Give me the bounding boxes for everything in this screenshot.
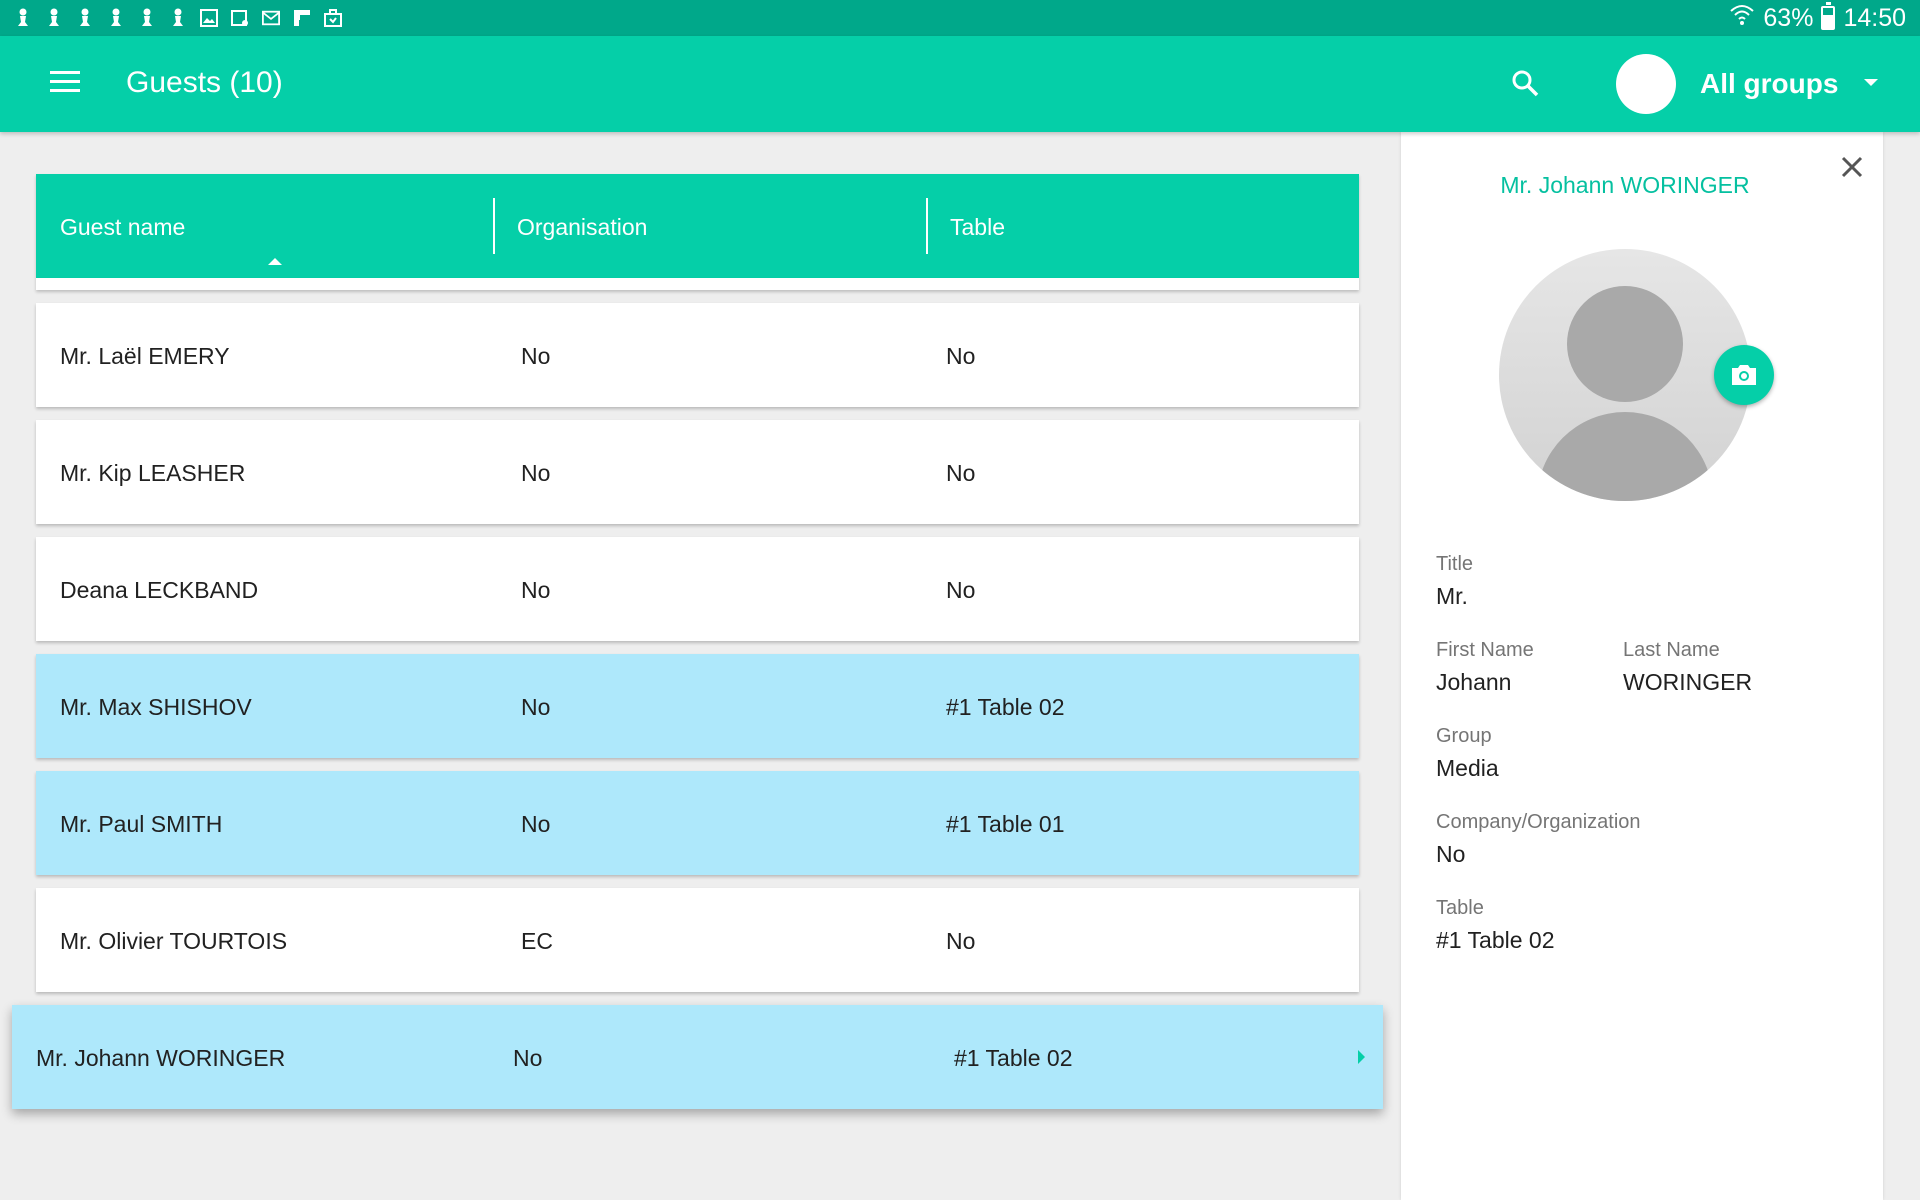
battery-level bbox=[1823, 15, 1834, 28]
group-value: Media bbox=[1436, 755, 1499, 781]
cell-guest-name: Mr. Johann WORINGER bbox=[36, 1045, 286, 1071]
sort-ascending-icon bbox=[268, 258, 282, 265]
avatar-head bbox=[1567, 286, 1683, 402]
app-bar: Guests (10) All groups bbox=[0, 36, 1920, 132]
cell-table: No bbox=[946, 577, 976, 603]
wifi-icon bbox=[1729, 3, 1755, 34]
flipboard-icon bbox=[293, 8, 311, 28]
avatar-body bbox=[1537, 412, 1713, 501]
image-icon bbox=[200, 8, 218, 28]
first-name-label: First Name bbox=[1436, 639, 1534, 661]
table-row[interactable]: Mr. Kip LEASHER No No bbox=[36, 420, 1359, 524]
table-row[interactable]: Mr. Max SHISHOV No #1 Table 02 bbox=[36, 654, 1359, 758]
table-row[interactable]: Deana LECKBAND No No bbox=[36, 537, 1359, 641]
group-filter-label: All groups bbox=[1700, 68, 1839, 99]
cell-organisation: No bbox=[521, 811, 551, 837]
group-avatar[interactable] bbox=[1616, 54, 1676, 114]
cell-guest-name: Mr. Paul SMITH bbox=[60, 811, 223, 837]
battery-percent: 63% bbox=[1763, 3, 1814, 32]
chess-pawn-icon bbox=[76, 8, 94, 28]
guest-detail-name: Mr. Johann WORINGER bbox=[1500, 172, 1750, 198]
cell-guest-name: Mr. Kip LEASHER bbox=[60, 460, 246, 486]
cell-table: #1 Table 02 bbox=[946, 694, 1065, 720]
cell-organisation: No bbox=[521, 460, 551, 486]
notification-icons bbox=[14, 8, 342, 28]
column-divider bbox=[926, 198, 928, 254]
table-row[interactable]: Mr. Laël EMERY No No bbox=[36, 303, 1359, 407]
cell-guest-name: Deana LECKBAND bbox=[60, 577, 259, 603]
column-divider bbox=[493, 198, 495, 254]
cell-organisation: EC bbox=[521, 928, 553, 954]
cell-organisation: No bbox=[521, 694, 551, 720]
cell-table: No bbox=[946, 343, 976, 369]
page-title: Guests (10) bbox=[126, 66, 283, 99]
chevron-down-icon bbox=[1864, 79, 1878, 86]
cell-table: No bbox=[946, 928, 976, 954]
cell-organisation: No bbox=[521, 577, 551, 603]
mail-icon bbox=[262, 8, 280, 28]
first-name-value: Johann bbox=[1436, 669, 1512, 695]
column-header-organisation[interactable]: Organisation bbox=[517, 214, 647, 241]
cell-table: #1 Table 01 bbox=[946, 811, 1065, 837]
table-row-selected[interactable]: Mr. Johann WORINGER No #1 Table 02 bbox=[12, 1005, 1383, 1109]
status-bar: 63% 14:50 bbox=[0, 0, 1920, 36]
group-label: Group bbox=[1436, 725, 1492, 747]
table-value: #1 Table 02 bbox=[1436, 927, 1555, 953]
cell-guest-name: Mr. Laël EMERY bbox=[60, 343, 230, 369]
menu-icon[interactable] bbox=[50, 71, 80, 95]
chess-pawn-icon bbox=[169, 8, 187, 28]
chess-pawn-icon bbox=[107, 8, 125, 28]
table-row[interactable]: Mr. Paul SMITH No #1 Table 01 bbox=[36, 771, 1359, 875]
cell-organisation: No bbox=[521, 343, 551, 369]
table-label: Table bbox=[1436, 897, 1484, 919]
chess-pawn-icon bbox=[45, 8, 63, 28]
cell-guest-name: Mr. Max SHISHOV bbox=[60, 694, 252, 720]
camera-icon[interactable] bbox=[1714, 345, 1774, 405]
battery-icon bbox=[1821, 2, 1836, 30]
cell-table: No bbox=[946, 460, 976, 486]
guest-table-header: Guest name Organisation Table bbox=[36, 174, 1359, 278]
cell-guest-name: Mr. Olivier TOURTOIS bbox=[60, 928, 288, 954]
company-value: No bbox=[1436, 841, 1466, 867]
chevron-right-icon bbox=[1358, 1050, 1365, 1064]
chess-pawn-icon bbox=[138, 8, 156, 28]
table-row-partial bbox=[36, 278, 1359, 290]
group-filter-dropdown[interactable]: All groups bbox=[1700, 64, 1880, 104]
title-value: Mr. bbox=[1436, 583, 1468, 609]
search-icon[interactable] bbox=[1508, 66, 1544, 102]
chess-pawn-icon bbox=[14, 8, 32, 28]
clock: 14:50 bbox=[1843, 3, 1906, 32]
cell-table: #1 Table 02 bbox=[954, 1045, 1073, 1071]
table-row[interactable]: Mr. Olivier TOURTOIS EC No bbox=[36, 888, 1359, 992]
title-label: Title bbox=[1436, 553, 1474, 575]
last-name-value: WORINGER bbox=[1623, 669, 1753, 695]
guest-detail-panel: Mr. Johann WORINGER Title Mr. First Name… bbox=[1401, 132, 1883, 1200]
last-name-label: Last Name bbox=[1623, 639, 1720, 661]
briefcase-icon bbox=[324, 8, 342, 28]
calendar-icon bbox=[231, 8, 249, 28]
column-header-guest-name[interactable]: Guest name bbox=[60, 214, 185, 241]
column-header-table[interactable]: Table bbox=[950, 214, 1005, 241]
cell-organisation: No bbox=[513, 1045, 543, 1071]
company-label: Company/Organization bbox=[1436, 811, 1641, 833]
